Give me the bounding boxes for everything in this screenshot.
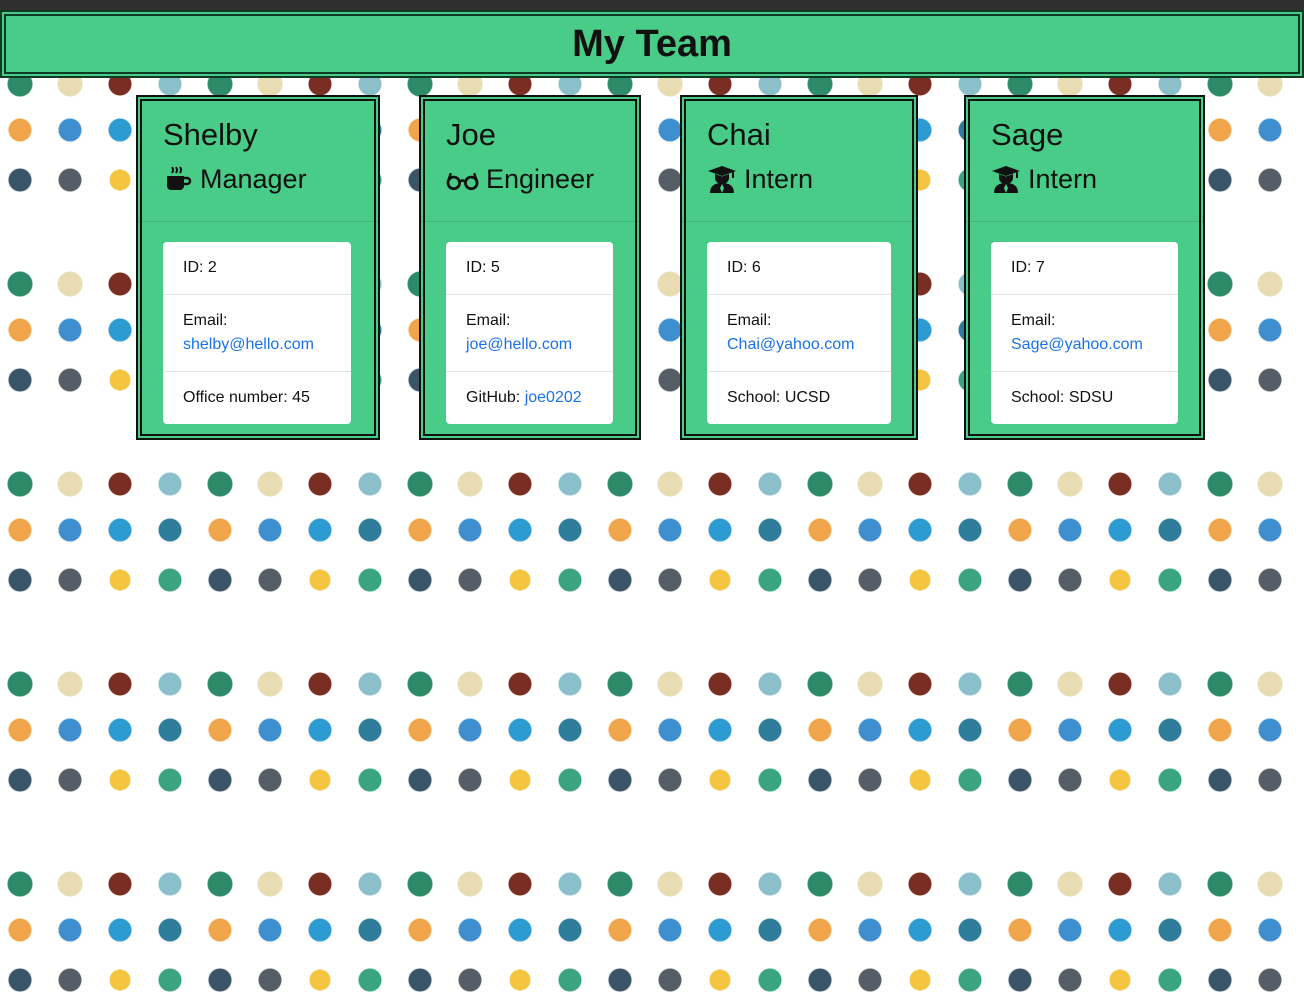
role-label: Intern [744,164,814,194]
coffee-icon [167,166,192,190]
email-row: Email: Sage@yahoo.com [991,295,1178,372]
info-list: ID: 5 Email: joe@hello.com GitHub: joe02… [446,242,613,424]
id-row: ID: 5 [446,242,613,295]
id-row: ID: 6 [707,242,891,295]
employee-name: Sage [991,117,1064,152]
card-header: Joe Engineer [421,97,639,222]
page-header: My Team [0,10,1304,78]
graduate-icon [708,166,736,193]
id-row: ID: 2 [163,242,351,295]
employee-name: Chai [707,117,771,152]
card-header: Sage Intern [966,97,1203,222]
info-list: ID: 2 Email: shelby@hello.com Office num… [163,242,351,424]
email-label: Email: [466,312,511,329]
school-row: School: SDSU [1011,389,1114,406]
info-list: ID: 6 Email: Chai@yahoo.com School: UCSD [707,242,891,424]
email-label: Email: [1011,312,1056,329]
employee-card: Shelby Manager ID: 2 Email: shelby@hello… [136,95,380,440]
email-label: Email: [183,312,228,329]
email-row: Email: shelby@hello.com [163,295,351,372]
role-label: Manager [200,164,307,194]
employee-role: Engineer [446,161,639,197]
school-row: School: UCSD [727,389,831,406]
employee-card: Chai Intern ID: 6 Email: Chai@yahoo.com … [680,95,918,440]
employee-role: Manager [163,161,378,197]
employee-card: Joe Engineer ID: 5 Email: joe@hello.com … [419,95,641,440]
email-link[interactable]: shelby@hello.com [183,336,314,353]
email-label: Email: [727,312,772,329]
page-title: My Team [572,22,732,65]
github-label: GitHub: [466,389,525,406]
office-row: Office number: 45 [183,389,310,406]
card-header: Chai Intern [682,97,916,222]
employee-role: Intern [707,161,916,197]
email-link[interactable]: Chai@yahoo.com [727,336,854,353]
email-row: Email: Chai@yahoo.com [707,295,891,372]
github-row: GitHub: joe0202 [446,372,613,424]
info-list: ID: 7 Email: Sage@yahoo.com School: SDSU [991,242,1178,424]
email-link[interactable]: joe@hello.com [466,336,572,353]
employee-name: Joe [446,117,496,152]
github-link[interactable]: joe0202 [525,389,582,406]
id-row: ID: 7 [991,242,1178,295]
glasses-icon [446,172,479,191]
email-link[interactable]: Sage@yahoo.com [1011,336,1143,353]
card-header: Shelby Manager [138,97,378,222]
employee-role: Intern [991,161,1203,197]
top-bar [0,0,1304,10]
role-label: Engineer [486,164,595,194]
email-row: Email: joe@hello.com [446,295,613,372]
employee-card: Sage Intern ID: 7 Email: Sage@yahoo.com … [964,95,1205,440]
role-label: Intern [1028,164,1098,194]
employee-name: Shelby [163,117,258,152]
graduate-icon [992,166,1020,193]
